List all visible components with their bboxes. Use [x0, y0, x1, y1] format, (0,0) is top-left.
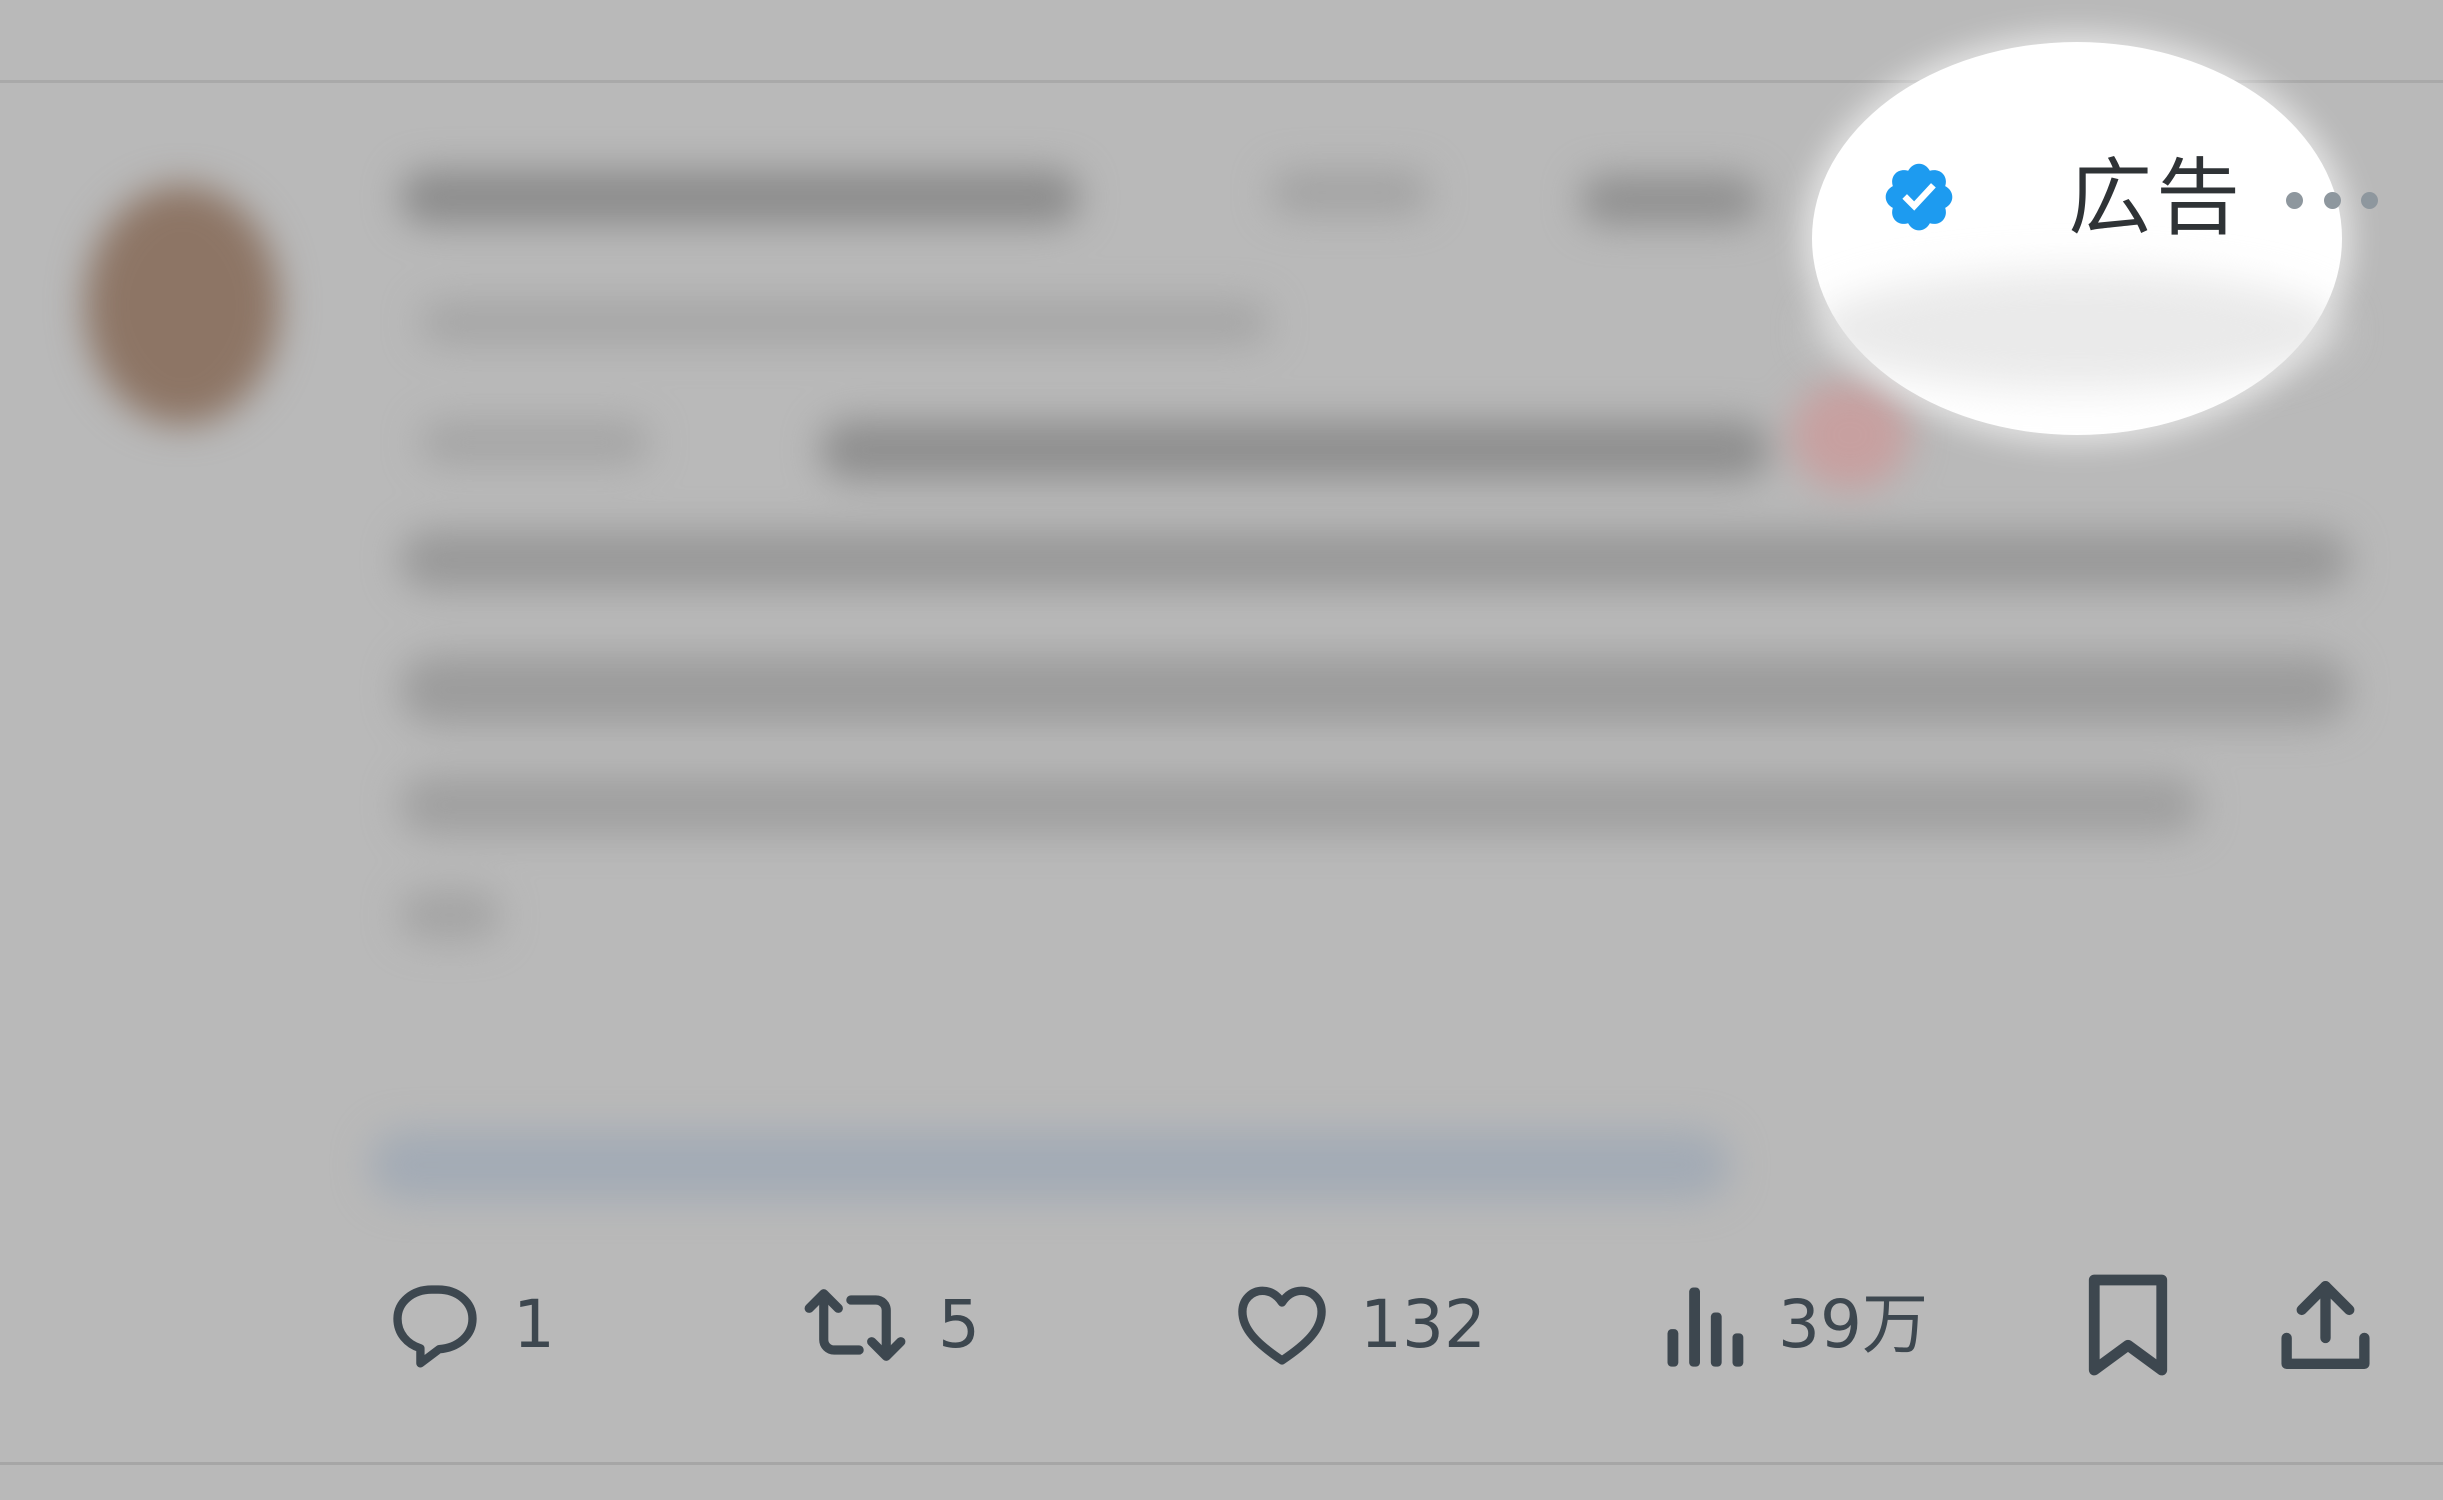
more-options-button[interactable] — [2286, 185, 2378, 215]
repost-count: 5 — [938, 1286, 980, 1363]
share-icon — [2281, 1280, 2370, 1370]
share-button[interactable] — [2278, 1270, 2373, 1380]
blurred-text-line — [400, 530, 2350, 590]
blurred-text-line — [400, 655, 2350, 725]
blurred-text-line — [420, 300, 1270, 345]
heart-icon — [1238, 1286, 1326, 1365]
avatar — [85, 185, 280, 425]
bookmark-icon — [2088, 1274, 2168, 1376]
views-button[interactable]: 39万 — [1660, 1270, 1928, 1380]
reply-count: 1 — [513, 1286, 555, 1363]
views-chart-icon — [1667, 1287, 1744, 1367]
blurred-emoji — [1790, 380, 1910, 490]
verified-badge-icon — [1885, 163, 1953, 231]
blurred-text-line — [420, 420, 650, 465]
blurred-link — [370, 1130, 1730, 1200]
blurred-text-line — [400, 775, 2200, 835]
blurred-text-line — [400, 890, 500, 940]
blurred-time — [1580, 175, 1760, 225]
reply-icon — [393, 1285, 477, 1368]
bookmark-button[interactable] — [2083, 1270, 2173, 1380]
more-dot — [2286, 191, 2303, 209]
blurred-text-line — [820, 420, 1770, 480]
more-dot — [2323, 191, 2341, 209]
like-count: 132 — [1360, 1286, 1486, 1363]
blurred-handle — [1270, 170, 1430, 215]
repost-button[interactable]: 5 — [800, 1270, 980, 1380]
blurred-author-name — [400, 170, 1080, 225]
repost-icon — [804, 1289, 906, 1361]
like-button[interactable]: 132 — [1232, 1270, 1486, 1380]
spotlight-haze — [1812, 270, 2342, 390]
reply-button[interactable]: 1 — [385, 1270, 555, 1380]
more-dot — [2361, 191, 2378, 209]
ad-label: 広告 — [2068, 149, 2245, 247]
bottom-divider — [0, 1462, 2443, 1465]
views-count: 39万 — [1778, 1286, 1928, 1363]
